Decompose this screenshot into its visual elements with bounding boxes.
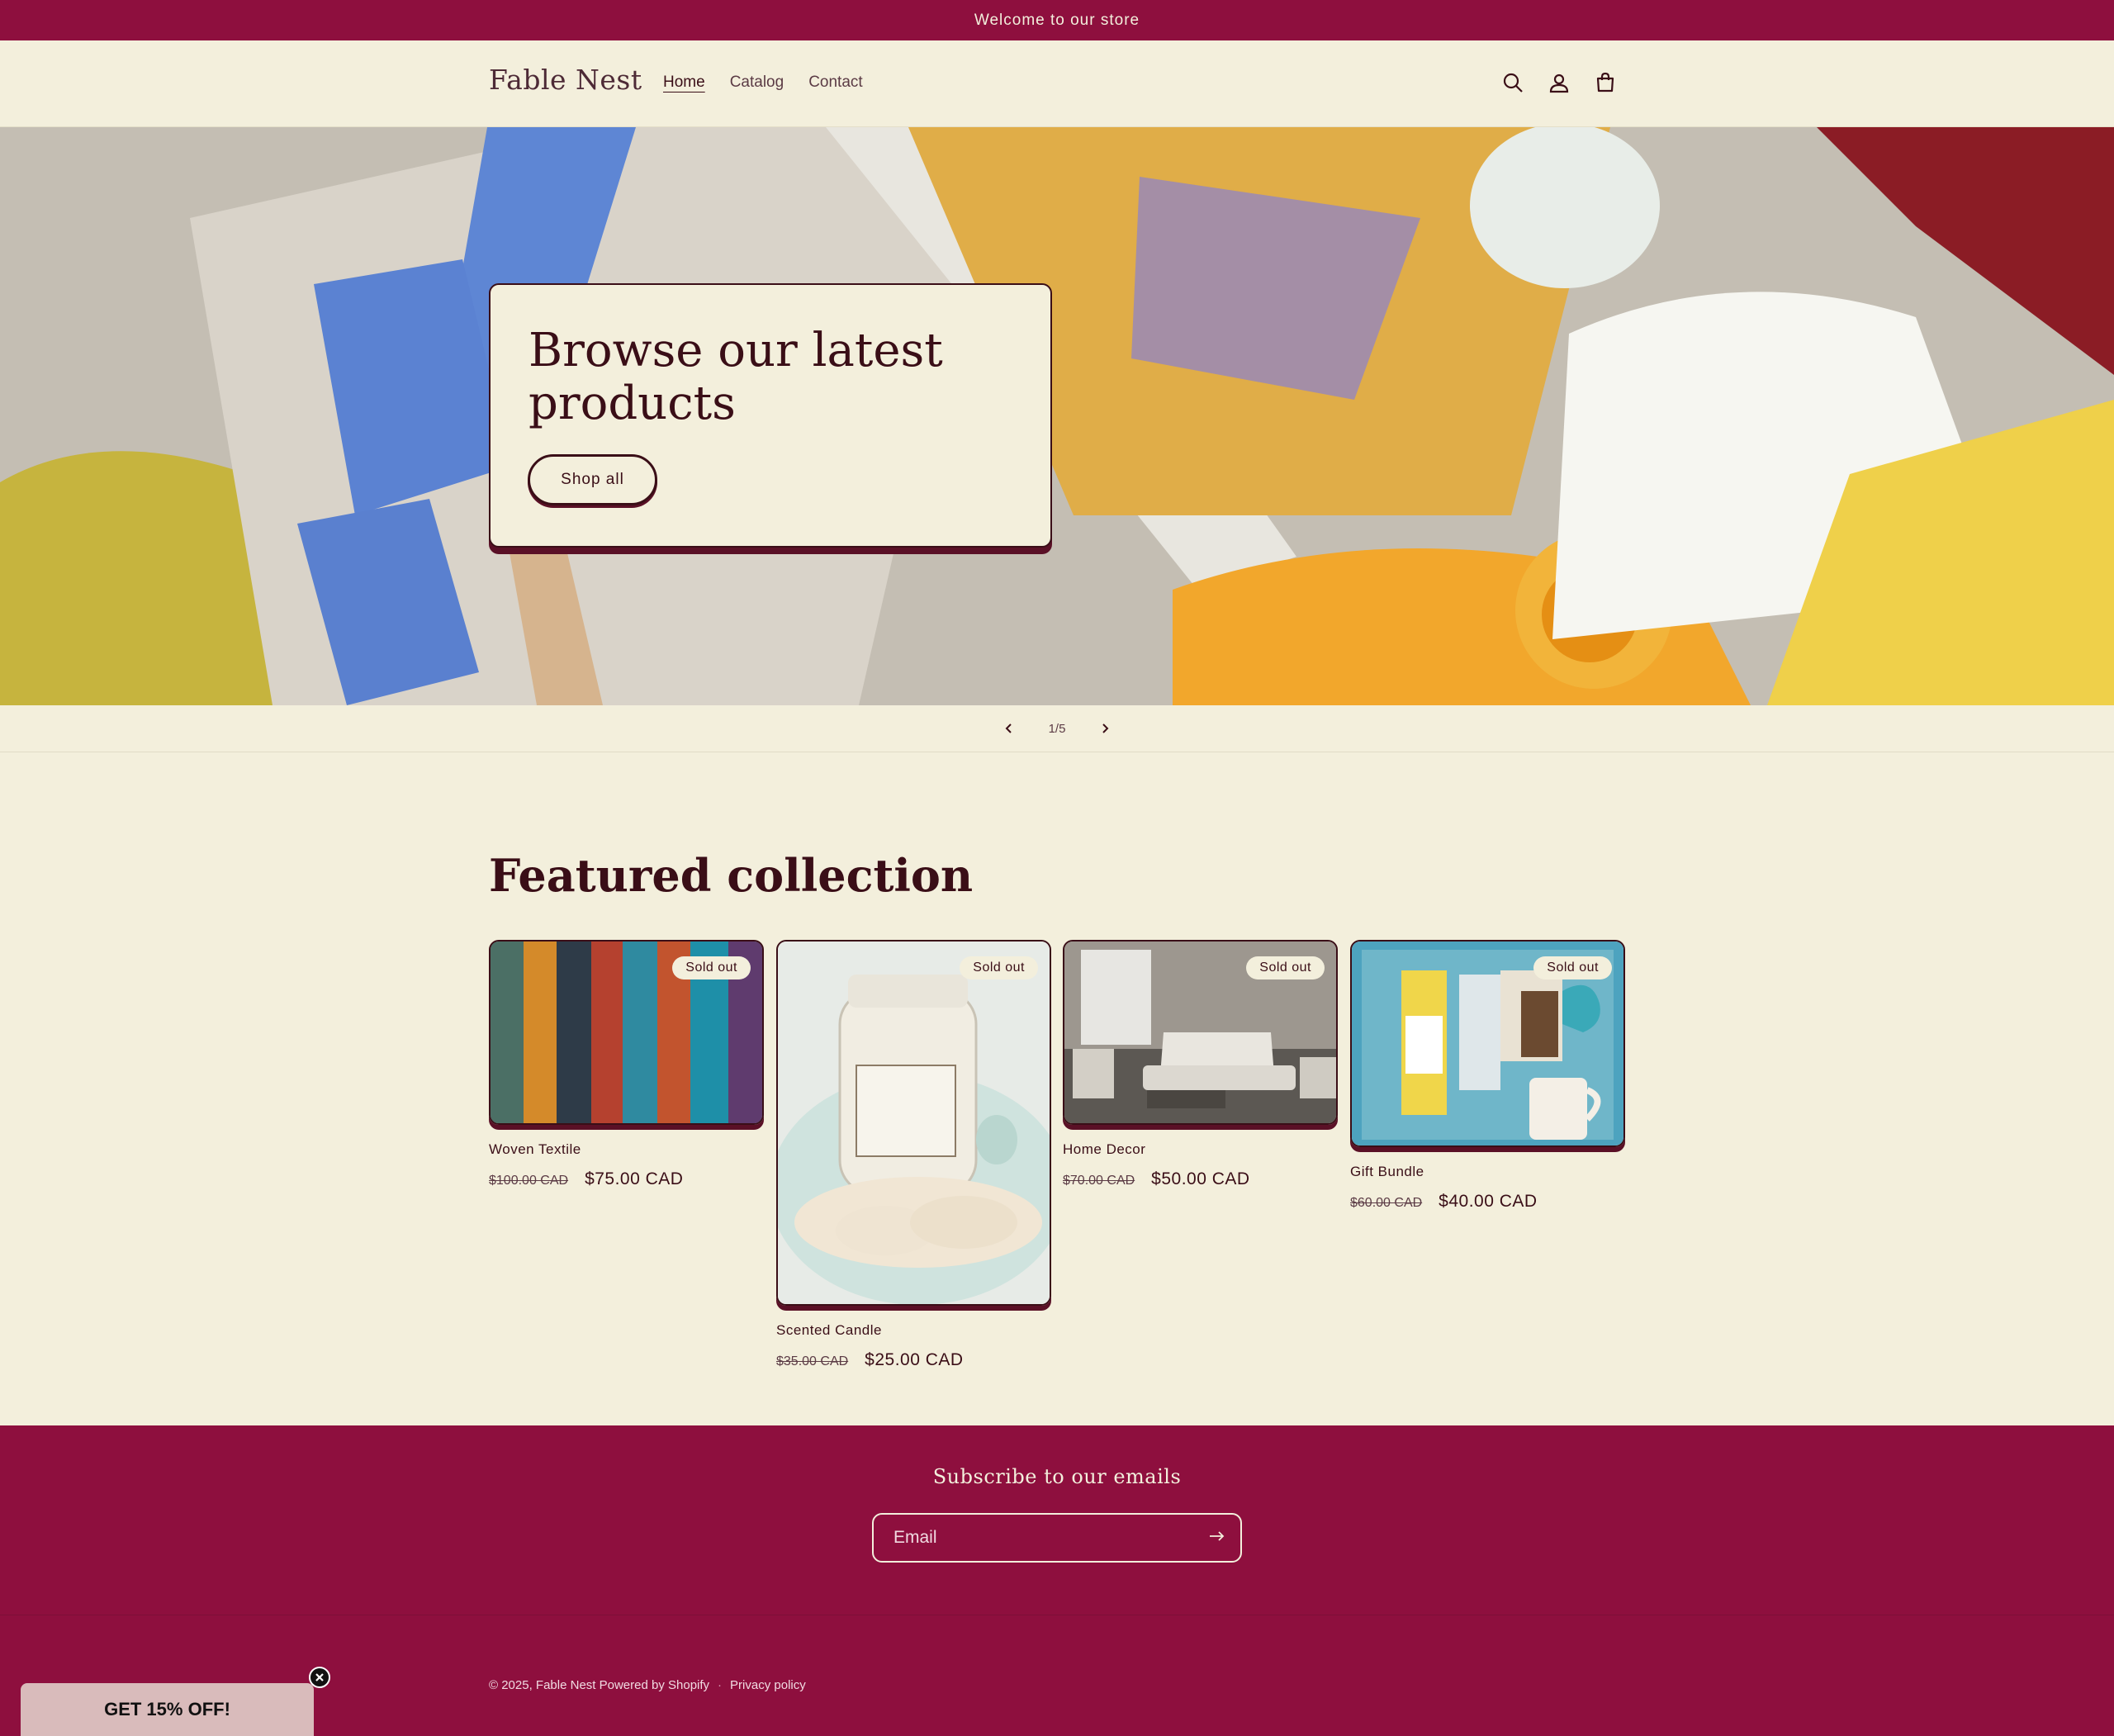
submit-email-button[interactable]: [1209, 1530, 1225, 1546]
sold-out-badge: Sold out: [1246, 956, 1325, 979]
product-image[interactable]: Sold out: [489, 940, 764, 1125]
sale-price: $75.00 CAD: [585, 1169, 684, 1188]
footer-legal: © 2025, Fable Nest Powered by Shopify · …: [489, 1678, 806, 1692]
product-price: $100.00 CAD $75.00 CAD: [489, 1169, 764, 1189]
announcement-bar: Welcome to our store: [0, 0, 2114, 40]
product-name[interactable]: Scented Candle: [776, 1322, 1051, 1339]
site-header: Fable Nest Home Catalog Contact: [0, 40, 2114, 127]
product-price: $70.00 CAD $50.00 CAD: [1063, 1169, 1338, 1189]
compare-at-price: $70.00 CAD: [1063, 1174, 1135, 1188]
product-card[interactable]: Sold out Woven Textile $100.00 CAD $75.0…: [489, 940, 764, 1189]
main-nav: Home Catalog Contact: [663, 74, 863, 92]
chevron-left-icon: [1005, 723, 1012, 733]
nav-catalog[interactable]: Catalog: [730, 74, 784, 92]
sale-price: $40.00 CAD: [1439, 1192, 1538, 1211]
sold-out-badge: Sold out: [960, 956, 1038, 979]
privacy-policy-link[interactable]: Privacy policy: [730, 1678, 806, 1692]
product-image[interactable]: Sold out: [1350, 940, 1625, 1147]
product-card[interactable]: Sold out Home Decor $70.00 CAD $50.00 CA…: [1063, 940, 1338, 1189]
arrow-right-icon: [1210, 1530, 1225, 1541]
sale-price: $25.00 CAD: [865, 1350, 964, 1369]
newsletter-title: Subscribe to our emails: [932, 1465, 1182, 1488]
next-slide-button[interactable]: [1095, 719, 1115, 738]
slideshow-controls: 1/5: [0, 705, 2114, 752]
newsletter-section: Subscribe to our emails: [0, 1425, 2114, 1615]
discount-promo-tab[interactable]: GET 15% OFF!: [21, 1683, 314, 1736]
nav-contact[interactable]: Contact: [808, 74, 862, 92]
store-logo[interactable]: Fable Nest: [489, 64, 642, 96]
featured-collection-title: Featured collection: [489, 849, 974, 902]
shop-all-button[interactable]: Shop all: [528, 454, 657, 505]
copyright-text: © 2025, Fable Nest Powered by Shopify: [489, 1678, 710, 1692]
cart-icon[interactable]: [1591, 67, 1619, 98]
product-price: $35.00 CAD $25.00 CAD: [776, 1350, 1051, 1370]
footer-separator: ·: [718, 1678, 723, 1692]
product-price: $60.00 CAD $40.00 CAD: [1350, 1192, 1625, 1212]
hero-heading: Browse our latest products: [528, 324, 943, 430]
search-icon[interactable]: [1499, 67, 1527, 98]
chevron-right-icon: [1102, 723, 1109, 733]
email-input[interactable]: [893, 1528, 1191, 1548]
close-icon: [315, 1673, 324, 1681]
hero-slideshow: Browse our latest products Shop all: [0, 127, 2114, 705]
hero-content-box: Browse our latest products Shop all: [489, 283, 1052, 548]
compare-at-price: $60.00 CAD: [1350, 1196, 1423, 1210]
hero-image: [0, 127, 2114, 705]
header-icons: [1499, 67, 1619, 98]
promo-label: GET 15% OFF!: [104, 1699, 230, 1719]
compare-at-price: $100.00 CAD: [489, 1174, 569, 1188]
promo-close-button[interactable]: [309, 1667, 330, 1688]
product-image[interactable]: Sold out: [776, 940, 1051, 1306]
email-field[interactable]: [872, 1513, 1242, 1563]
candle-image: [778, 942, 1050, 1304]
sold-out-badge: Sold out: [672, 956, 751, 979]
previous-slide-button[interactable]: [999, 719, 1019, 738]
product-image[interactable]: Sold out: [1063, 940, 1338, 1125]
sale-price: $50.00 CAD: [1151, 1169, 1250, 1188]
product-card[interactable]: Sold out Gift Bundle $60.00 CAD $40.00 C…: [1350, 940, 1625, 1212]
product-name[interactable]: Gift Bundle: [1350, 1164, 1625, 1180]
compare-at-price: $35.00 CAD: [776, 1354, 849, 1368]
product-name[interactable]: Home Decor: [1063, 1141, 1338, 1158]
account-icon[interactable]: [1545, 67, 1573, 98]
sold-out-badge: Sold out: [1533, 956, 1612, 979]
nav-home[interactable]: Home: [663, 74, 705, 92]
product-card[interactable]: Sold out Scented Candle $35.00 CAD $25.0…: [776, 940, 1051, 1370]
announcement-text: Welcome to our store: [974, 11, 1140, 29]
product-name[interactable]: Woven Textile: [489, 1141, 764, 1158]
slide-counter: 1/5: [1048, 721, 1066, 736]
